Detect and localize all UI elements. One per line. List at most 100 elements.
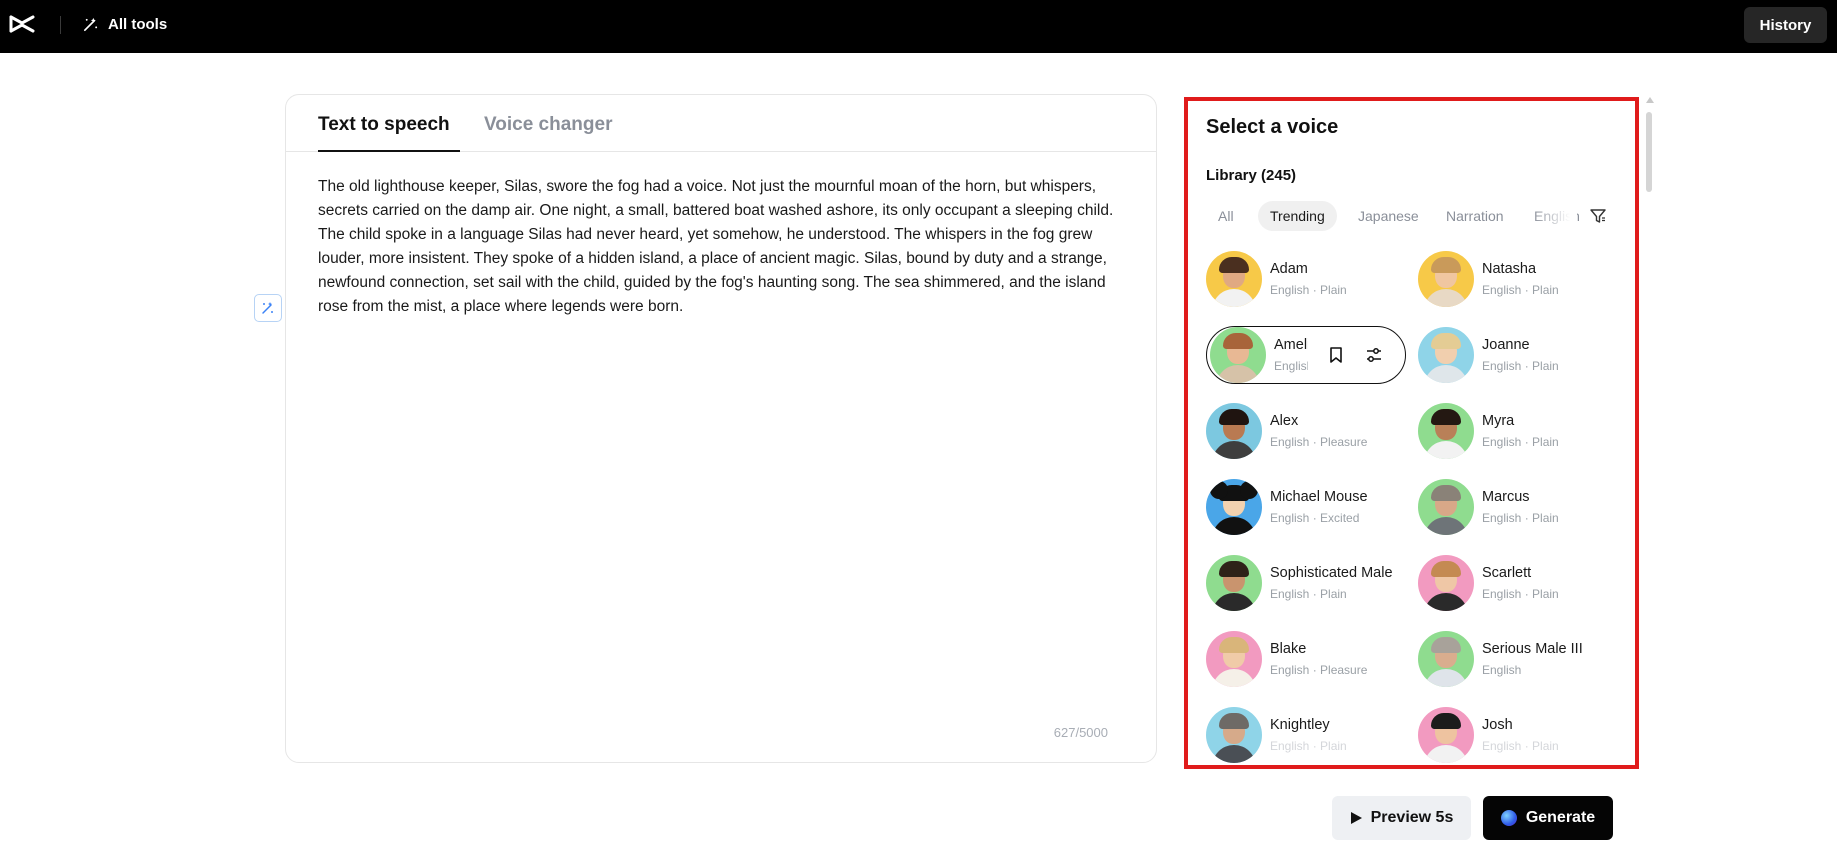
voice-meta: English · Plain <box>1270 739 1347 753</box>
voice-avatar <box>1418 251 1474 307</box>
voice-info: Myra English · Plain <box>1482 413 1559 449</box>
voice-item[interactable]: Michael Mouse English · Excited <box>1206 478 1406 536</box>
topbar-divider <box>60 16 61 34</box>
voice-info: Sophisticated Male English · Plain <box>1270 565 1393 601</box>
filter-chip-japanese[interactable]: Japanese <box>1346 201 1431 231</box>
voice-info: Blake English · Pleasure <box>1270 641 1367 677</box>
orb-icon <box>1500 810 1517 826</box>
scroll-up-arrow[interactable] <box>1646 97 1654 103</box>
voice-item[interactable]: Serious Male III English <box>1418 630 1618 688</box>
voice-meta: English · Plain <box>1482 359 1559 373</box>
voice-name: Natasha <box>1482 261 1537 277</box>
voice-name: Adam <box>1270 261 1308 277</box>
voice-selector-panel: Select a voice Library (245) All Trendin… <box>1184 97 1639 769</box>
voice-name: Sophisticated Male <box>1270 565 1393 581</box>
history-button[interactable]: History <box>1744 7 1827 43</box>
filter-chip-all[interactable]: All <box>1206 201 1246 231</box>
bookmark-icon[interactable] <box>1327 346 1345 364</box>
voice-name: Alex <box>1270 413 1299 429</box>
voice-avatar <box>1206 251 1262 307</box>
generate-button[interactable]: Generate <box>1483 796 1613 840</box>
voice-info: Alex English · Pleasure <box>1270 413 1367 449</box>
top-bar: All tools History <box>0 0 1837 53</box>
mode-tabs: Text to speech Voice changer <box>286 95 1156 152</box>
preview-button[interactable]: Preview 5s <box>1332 796 1471 840</box>
voice-name: Amelia <box>1274 337 1308 353</box>
voice-info: Josh English · Plain <box>1482 717 1559 753</box>
voice-item[interactable]: Adam English · Plain <box>1206 250 1406 308</box>
voice-item[interactable]: Alex English · Pleasure <box>1206 402 1406 460</box>
voice-item[interactable]: Scarlett English · Plain <box>1418 554 1618 612</box>
voice-name: Michael Mouse <box>1270 489 1368 505</box>
voice-item[interactable]: Joanne English · Plain <box>1418 326 1618 384</box>
voice-meta: English · Plain <box>1482 435 1559 449</box>
voice-meta: English · Pleasure <box>1270 435 1368 449</box>
voice-item[interactable]: Myra English · Plain <box>1418 402 1618 460</box>
voice-meta: English <box>1274 359 1308 373</box>
voice-avatar <box>1418 631 1474 687</box>
voice-info: Adam English · Plain <box>1270 261 1347 297</box>
voice-avatar <box>1418 707 1474 763</box>
all-tools-label: All tools <box>108 15 168 33</box>
voice-meta: English · Plain <box>1482 739 1559 753</box>
voice-avatar <box>1418 479 1474 535</box>
voice-info: Natasha English · Plain <box>1482 261 1559 297</box>
voice-avatar <box>1418 403 1474 459</box>
tab-voice-changer[interactable]: Voice changer <box>484 114 612 136</box>
scrollbar-thumb[interactable] <box>1646 112 1652 192</box>
character-count: 627/5000 <box>1053 725 1108 740</box>
voice-avatar <box>1206 479 1262 535</box>
sliders-icon[interactable] <box>1365 346 1383 364</box>
voice-info: Joanne English · Plain <box>1482 337 1559 373</box>
generate-label: Generate <box>1525 809 1596 826</box>
voice-item[interactable]: Josh English · Plain <box>1418 706 1618 764</box>
voice-name: Josh <box>1482 717 1513 733</box>
voice-info: Amelia English <box>1274 337 1308 373</box>
voice-avatar <box>1210 327 1266 383</box>
voice-meta: English · Plain <box>1482 587 1559 601</box>
all-tools-button[interactable]: All tools <box>82 14 167 34</box>
voice-meta: English · Pleasure <box>1270 663 1368 677</box>
active-tab-indicator <box>318 150 460 152</box>
voice-filter-chips: All Trending Japanese Narration English <box>1206 201 1622 233</box>
voice-name: Scarlett <box>1482 565 1532 581</box>
filter-icon[interactable] <box>1589 207 1607 225</box>
voice-meta: English · Plain <box>1482 511 1559 525</box>
filter-chip-trending[interactable]: Trending <box>1258 201 1337 231</box>
ai-writer-button[interactable] <box>254 294 282 322</box>
voice-info: Serious Male III English <box>1482 641 1583 677</box>
voice-hover-actions <box>1327 346 1383 364</box>
voice-name: Knightley <box>1270 717 1330 733</box>
voice-meta: English · Excited <box>1270 511 1360 525</box>
capcut-logo-icon[interactable] <box>9 13 35 35</box>
voice-meta: English · Plain <box>1270 587 1347 601</box>
voice-item[interactable]: Blake English · Pleasure <box>1206 630 1406 688</box>
voice-name: Marcus <box>1482 489 1530 505</box>
voice-meta: English · Plain <box>1482 283 1559 297</box>
preview-label: Preview 5s <box>1370 809 1454 826</box>
filter-chip-narration[interactable]: Narration <box>1434 201 1516 231</box>
tab-text-to-speech[interactable]: Text to speech <box>318 114 450 136</box>
voice-name: Blake <box>1270 641 1307 657</box>
voice-info: Michael Mouse English · Excited <box>1270 489 1368 525</box>
script-textarea[interactable]: The old lighthouse keeper, Silas, swore … <box>318 175 1130 319</box>
voice-avatar <box>1418 555 1474 611</box>
voice-info: Scarlett English · Plain <box>1482 565 1559 601</box>
voice-item[interactable]: Amelia English <box>1206 326 1406 384</box>
voice-name: Joanne <box>1482 337 1530 353</box>
voice-item[interactable]: Marcus English · Plain <box>1418 478 1618 536</box>
magic-pen-icon <box>262 302 273 314</box>
voice-info: Knightley English · Plain <box>1270 717 1347 753</box>
panel-title: Select a voice <box>1206 116 1339 138</box>
voice-meta: English <box>1482 663 1522 677</box>
voice-avatar <box>1418 327 1474 383</box>
text-editor-card: Text to speech Voice changer The old lig… <box>285 94 1157 763</box>
voice-meta: English · Plain <box>1270 283 1347 297</box>
voice-item[interactable]: Sophisticated Male English · Plain <box>1206 554 1406 612</box>
library-label: Library (245) <box>1206 167 1297 184</box>
voice-item[interactable]: Knightley English · Plain <box>1206 706 1406 764</box>
voice-item[interactable]: Natasha English · Plain <box>1418 250 1618 308</box>
play-icon <box>1350 812 1362 824</box>
voice-name: Serious Male III <box>1482 641 1583 657</box>
voice-avatar <box>1206 555 1262 611</box>
